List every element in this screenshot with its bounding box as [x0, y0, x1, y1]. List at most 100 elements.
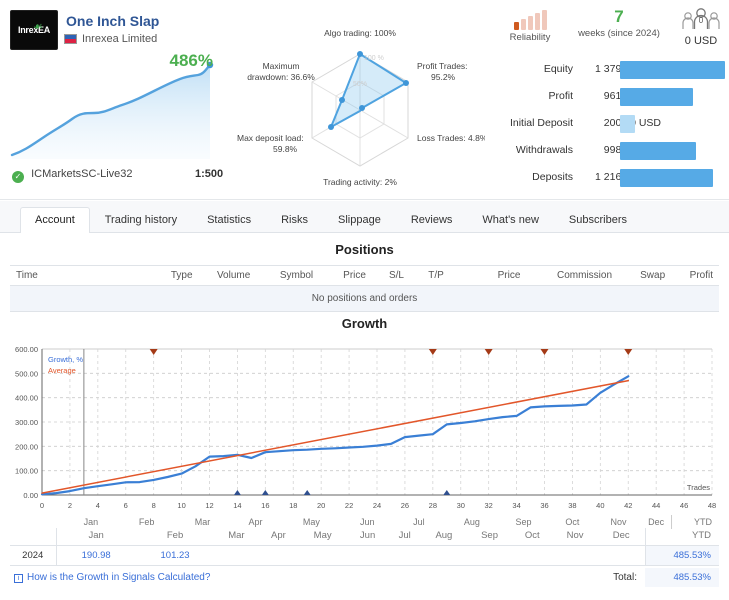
tab-account[interactable]: Account: [20, 207, 90, 233]
positions-title: Positions: [335, 242, 394, 257]
col-sl[interactable]: S/L: [371, 265, 410, 286]
col-mar: Mar: [214, 528, 259, 546]
cell-oct: [512, 545, 553, 566]
cell-may: [298, 545, 347, 566]
subscribers-icon: 0: [682, 8, 720, 29]
growth-percent: 486%: [169, 51, 213, 70]
col-feb: Feb: [135, 528, 215, 546]
month-tick: Mar: [195, 517, 211, 527]
col-price-open[interactable]: Price: [319, 265, 372, 286]
top-badges: Reliability 7 weeks (since 2024) 0 0 USD: [495, 8, 725, 56]
deposit-marker-icon: [624, 349, 633, 355]
radar-scale-100: 100 %: [364, 55, 384, 62]
col-price-close[interactable]: Price: [449, 265, 527, 286]
withdrawal-marker-icon: [303, 490, 311, 495]
x-axis-tick: 8: [152, 501, 156, 510]
tab-risks[interactable]: Risks: [266, 207, 323, 233]
monthly-table: Jan Feb Mar Apr May Jun Jul Aug Sep Oct …: [10, 528, 719, 566]
withdrawal-marker-icon: [261, 490, 269, 495]
monthly-footer: i How is the Growth in Signals Calculated…: [0, 566, 729, 594]
tab-whats-new[interactable]: What's new: [467, 207, 554, 233]
month-tick: May: [303, 517, 321, 527]
radar-label-algo: Algo trading: 100%: [324, 28, 396, 38]
growth-title: Growth: [341, 316, 388, 331]
radar-label-profit-l1: Profit Trades:: [417, 61, 468, 71]
x-axis-tick: 26: [401, 501, 409, 510]
month-tick: Oct: [565, 517, 580, 527]
reliability-label: Reliability: [509, 32, 551, 43]
account-stats: Equity 1 379.17 USD Profit 961.67 USD In…: [495, 58, 725, 193]
withdrawal-marker-icon: [443, 490, 451, 495]
info-icon: i: [14, 574, 23, 583]
x-axis-tick: 0: [40, 501, 44, 510]
x-axis-tick: 28: [429, 501, 437, 510]
col-symbol[interactable]: Symbol: [256, 265, 320, 286]
radar-label-deposit-l2: 59.8%: [273, 144, 298, 154]
x-axis-tick: 34: [512, 501, 520, 510]
radar-label-profit-l2: 95.2%: [431, 72, 456, 82]
col-dec: Dec: [597, 528, 645, 546]
series-average: [41, 379, 630, 494]
tab-bar: Account Trading history Statistics Risks…: [0, 201, 729, 233]
radar-svg: 100 % 50% Algo trading: 100% Profit Trad…: [237, 28, 485, 187]
col-swap[interactable]: Swap: [618, 265, 672, 286]
tab-trading-history[interactable]: Trading history: [90, 207, 192, 233]
radar-chart: 100 % 50% Algo trading: 100% Profit Trad…: [235, 22, 485, 192]
month-tick: Dec: [648, 517, 665, 527]
positions-section: Positions Time Type Volume Symbol Price …: [0, 233, 729, 312]
x-axis-tick: 22: [345, 501, 353, 510]
growth-chart-svg: 0.00 100.00 200.00 300.00 400.00 500.00 600.00…: [15, 345, 716, 529]
cell-jan: 190.98: [55, 545, 136, 566]
col-tp[interactable]: T/P: [410, 265, 450, 286]
col-volume[interactable]: Volume: [198, 265, 257, 286]
signal-logo: ☙ InrexEA: [10, 10, 58, 50]
radar-label-dd-l1: Maximum: [263, 61, 300, 71]
x-axis-tick: 38: [568, 501, 576, 510]
x-axis-tick: 48: [708, 501, 716, 510]
reliability-badge: Reliability: [495, 10, 565, 43]
total-value: 485.53%: [645, 568, 719, 587]
stat-bar: [620, 169, 713, 187]
x-axis-tick: 24: [373, 501, 381, 510]
growth-sparkline: 486%: [10, 51, 225, 160]
deposit-marker-icon: [540, 349, 549, 355]
y-axis-tick: 300.00: [15, 418, 38, 427]
col-profit[interactable]: Profit: [671, 265, 719, 286]
x-axis-tick: 20: [317, 501, 325, 510]
cell-apr: [258, 545, 299, 566]
col-commission[interactable]: Commission: [526, 265, 619, 286]
tab-statistics[interactable]: Statistics: [192, 207, 266, 233]
tab-slippage[interactable]: Slippage: [323, 207, 396, 233]
growth-section: Growth 0.00 100.00 200.00 300.00 400.00 500.0…: [0, 310, 729, 560]
table-row: 2024 190.98 101.23 485.53%: [10, 545, 719, 566]
x-axis-tick: 18: [289, 501, 297, 510]
col-sep: Sep: [466, 528, 513, 546]
col-time[interactable]: Time: [10, 265, 143, 286]
col-type[interactable]: Type: [142, 265, 199, 286]
x-axis-tick: 46: [680, 501, 688, 510]
stat-label: Profit: [548, 90, 573, 102]
leverage-value: 1:500: [195, 168, 224, 180]
cell-jul: [388, 545, 422, 566]
positions-empty-row: No positions and orders: [10, 285, 719, 312]
x-axis-tick: 30: [457, 501, 465, 510]
signal-header: ☙ InrexEA One Inch Slap Inrexea Limited …: [0, 0, 729, 200]
legend-average: Average: [48, 366, 76, 375]
month-tick: Jun: [360, 517, 375, 527]
monthly-growth-section: Jan Feb Mar Apr May Jun Jul Aug Sep Oct …: [0, 528, 729, 594]
withdrawal-marker-icon: [233, 490, 241, 495]
author-name[interactable]: Inrexea Limited: [82, 33, 157, 45]
growth-faq-link[interactable]: i How is the Growth in Signals Calculated…: [14, 572, 210, 583]
leaf-icon: ☙: [33, 21, 43, 33]
cell-ytd: 485.53%: [644, 545, 719, 566]
y-axis-tick: 200.00: [15, 442, 38, 451]
tab-reviews[interactable]: Reviews: [396, 207, 468, 233]
deposit-marker-icon: [428, 349, 437, 355]
stat-bar: [620, 142, 696, 160]
stat-label: Deposits: [532, 171, 573, 183]
faq-text: How is the Growth in Signals Calculated?: [27, 572, 211, 583]
y-axis-tick: 600.00: [15, 345, 38, 354]
tab-subscribers[interactable]: Subscribers: [554, 207, 642, 233]
col-nov: Nov: [552, 528, 598, 546]
page-title[interactable]: One Inch Slap: [66, 13, 159, 29]
